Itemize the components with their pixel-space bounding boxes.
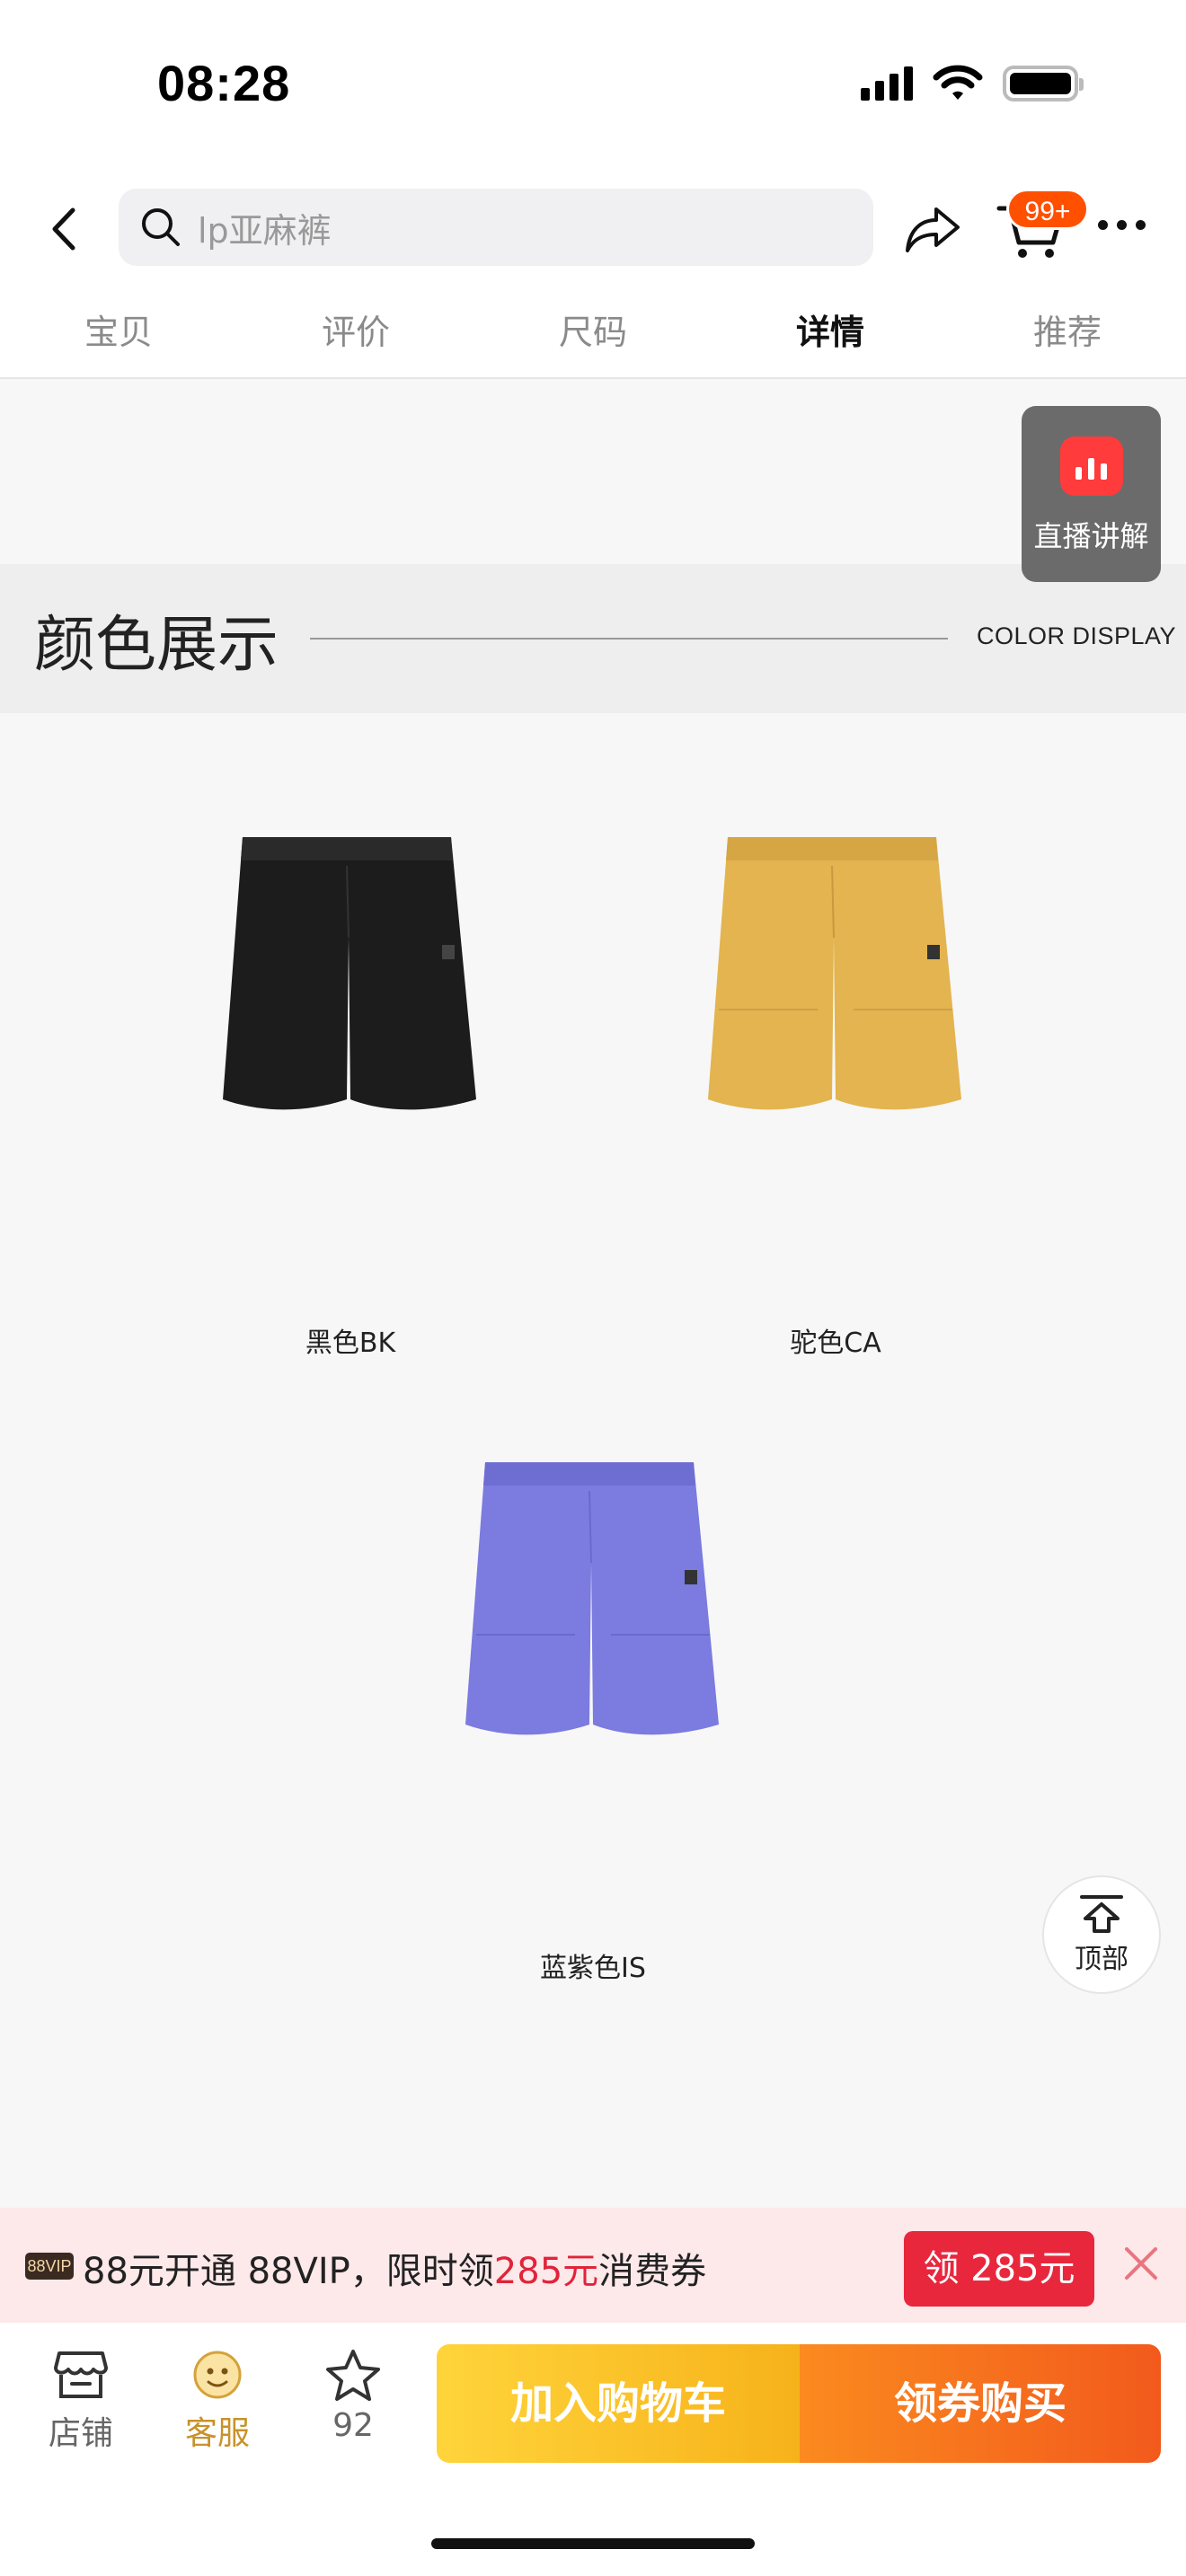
header: lp亚麻裤 99+ [0,171,1186,287]
bottom-action-bar: 店铺 客服 92 加入购物车 领券购买 [0,2323,1186,2576]
divider-line [310,638,948,640]
product-caption-camel: 驼色CA [790,1328,881,1359]
shorts-shape [223,837,476,1110]
color-display-title: 颜色展示 [34,610,279,681]
live-explain-label: 直播讲解 [1033,519,1149,553]
customer-service-button[interactable]: 客服 [164,2348,271,2454]
store-button[interactable]: 店铺 [27,2348,135,2454]
star-icon [326,2350,380,2401]
customer-service-label: 客服 [184,2415,250,2452]
tab-size[interactable]: 尺码 [474,287,712,377]
tab-item[interactable]: 宝贝 [0,287,237,377]
tab-recommend[interactable]: 推荐 [949,287,1186,377]
color-display-subtitle: COLOR DISPLAY [977,622,1177,649]
favorite-count: 92 [332,2407,374,2444]
more-icon[interactable] [1098,220,1146,230]
cart-badge: 99+ [1006,189,1089,230]
status-icons [861,65,1084,102]
add-to-cart-button[interactable]: 加入购物车 [437,2344,800,2463]
home-indicator [431,2538,755,2549]
product-image-blue-violet[interactable] [458,1455,728,1742]
favorite-button[interactable]: 92 [299,2348,407,2444]
buy-with-coupon-button[interactable]: 领券购买 [800,2344,1161,2463]
live-explain-button[interactable]: 直播讲解 [1022,406,1161,582]
share-icon [906,207,960,252]
vip-badge: 88VIP [25,2253,74,2280]
search-input[interactable]: lp亚麻裤 [119,189,873,266]
product-image-black[interactable] [216,830,485,1117]
product-caption-black: 黑色BK [305,1328,396,1359]
arrow-up-icon [1080,1895,1123,1933]
product-image-camel[interactable] [701,830,970,1117]
battery-icon [1003,66,1084,101]
color-display-header: 颜色展示 COLOR DISPLAY [0,564,1186,713]
search-icon [138,205,183,250]
status-bar: 08:28 [0,0,1186,171]
store-label: 店铺 [48,2415,113,2452]
product-caption-blue-violet: 蓝紫色IS [540,1953,646,1984]
vip-text-amount: 285元 [493,2251,599,2292]
vip-banner-text: 88元开通 88VIP，限时领285元消费券 [83,2242,706,2294]
back-to-top-button[interactable]: 顶部 [1042,1875,1161,1994]
vip-banner[interactable]: 88VIP 88元开通 88VIP，限时领285元消费券 领 285元 [0,2208,1186,2323]
wifi-icon [933,65,983,100]
customer-service-icon [193,2351,242,2399]
status-time: 08:28 [157,55,291,111]
vip-text-prefix: 88元开通 88VIP，限时领 [83,2251,494,2292]
tab-reviews[interactable]: 评价 [237,287,474,377]
back-button[interactable] [36,198,90,260]
chevron-left-icon [52,207,75,251]
tab-bar: 宝贝 评价 尺码 详情 推荐 [0,287,1186,379]
share-button[interactable] [898,198,967,260]
vip-text-suffix: 消费券 [598,2251,707,2292]
claim-coupon-button[interactable]: 领 285元 [904,2231,1094,2307]
back-to-top-label: 顶部 [1075,1944,1128,1975]
detail-content: 颜色展示 COLOR DISPLAY 黑色BK 驼色CA 蓝紫色IS [0,381,1186,2208]
close-icon[interactable] [1121,2244,1161,2283]
store-icon [54,2351,108,2398]
signal-icon [861,66,913,101]
search-placeholder: lp亚麻裤 [198,210,332,251]
live-bars-icon [1059,437,1123,496]
tab-details[interactable]: 详情 [712,287,949,377]
